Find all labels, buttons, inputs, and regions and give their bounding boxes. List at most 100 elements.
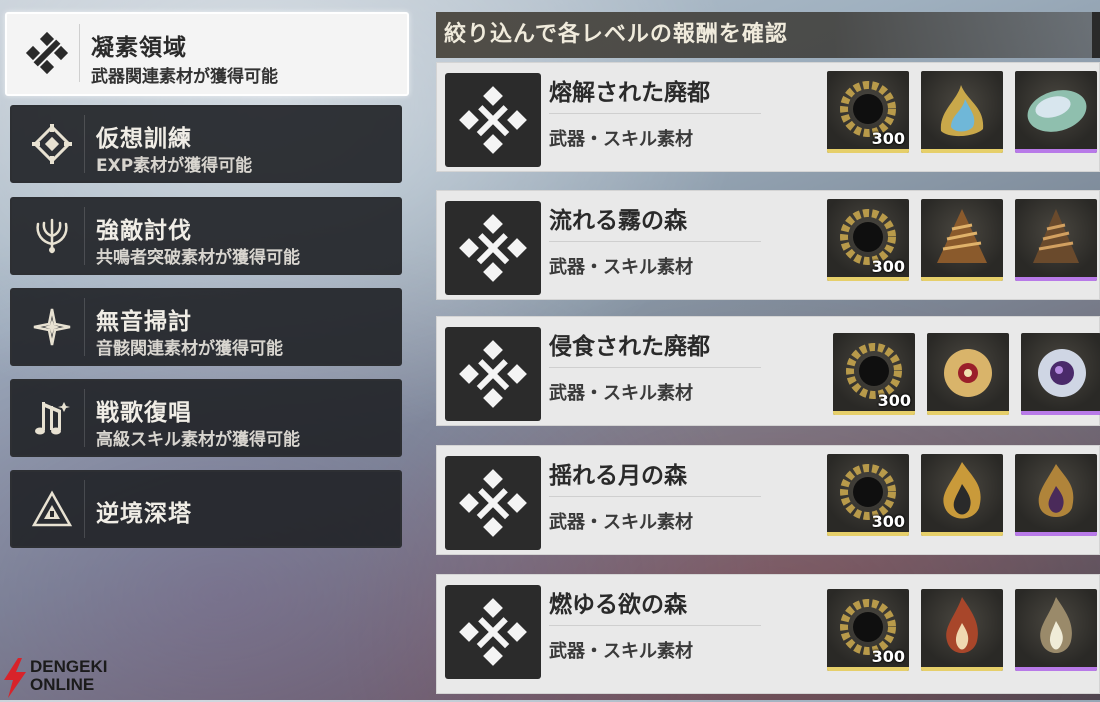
menu-item-title: 逆境深塔	[96, 501, 192, 527]
menu-item-muon[interactable]: 無音掃討 音骸関連素材が獲得可能	[10, 288, 402, 366]
reward-count: 300	[871, 129, 905, 148]
crossed-swords-icon	[445, 201, 541, 295]
reward-material-2[interactable]	[921, 71, 1003, 153]
rarity-bar	[927, 411, 1009, 415]
reward-material-3[interactable]	[1015, 71, 1097, 153]
rarity-bar	[921, 149, 1003, 153]
level-subtitle: 武器・スキル素材	[549, 129, 693, 150]
reward-material-2[interactable]	[927, 333, 1009, 415]
rarity-bar	[921, 277, 1003, 281]
reward-material-3[interactable]	[1015, 589, 1097, 671]
menu-item-kyouteki[interactable]: 強敵討伐 共鳴者突破素材が獲得可能	[10, 197, 402, 275]
menu-item-senka[interactable]: 戦歌復唱 高級スキル素材が獲得可能	[10, 379, 402, 457]
menu-item-subtitle: 武器関連素材が獲得可能	[91, 67, 278, 87]
level-subtitle: 武器・スキル素材	[549, 383, 693, 404]
menu-item-title: 強敵討伐	[96, 218, 192, 244]
menu-item-title: 仮想訓練	[96, 126, 192, 152]
rarity-bar	[827, 277, 909, 281]
ornate-orb-icon	[1038, 349, 1086, 397]
crest-icon	[20, 207, 85, 265]
level-card-1[interactable]: 熔解された廃都 武器・スキル素材 300	[436, 62, 1100, 172]
divider	[549, 496, 761, 497]
logo-text: DENGEKI ONLINE	[30, 658, 107, 694]
flame-icon	[943, 462, 981, 519]
diamond-core-icon	[20, 115, 85, 173]
rarity-bar	[1015, 667, 1097, 671]
crystal-cross-icon	[15, 24, 80, 82]
rarity-bar	[833, 411, 915, 415]
spiral-cone-icon	[937, 209, 987, 263]
level-card-4[interactable]: 揺れる月の森 武器・スキル素材 300	[436, 445, 1100, 555]
level-title: 流れる霧の森	[549, 208, 687, 234]
filter-header: 絞り込んで各レベルの報酬を確認	[436, 12, 1100, 58]
crossed-swords-icon	[445, 327, 541, 421]
reward-count: 300	[871, 512, 905, 531]
reward-shell-coin[interactable]: 300	[827, 589, 909, 671]
level-title: 熔解された廃都	[549, 80, 710, 106]
divider	[549, 367, 761, 368]
rarity-bar	[827, 667, 909, 671]
reward-count: 300	[871, 647, 905, 666]
reward-shell-coin[interactable]: 300	[827, 454, 909, 536]
menu-item-title: 凝素領域	[91, 35, 187, 61]
logo-line2: ONLINE	[30, 675, 95, 694]
level-subtitle: 武器・スキル素材	[549, 641, 693, 662]
menu-item-subtitle: 共鳴者突破素材が獲得可能	[96, 248, 300, 268]
flame-crystal-icon	[940, 85, 984, 137]
rarity-bar	[1015, 149, 1097, 153]
level-title: 侵食された廃都	[549, 334, 710, 360]
music-note-icon	[20, 389, 85, 447]
reward-material-2[interactable]	[921, 454, 1003, 536]
logo-line1: DENGEKI	[30, 657, 108, 676]
reward-shell-coin[interactable]: 300	[827, 71, 909, 153]
header-edge	[1092, 12, 1100, 58]
sparkle-icon	[20, 298, 85, 356]
menu-item-subtitle: EXP素材が獲得可能	[96, 156, 253, 176]
crossed-swords-icon	[445, 73, 541, 167]
level-card-2[interactable]: 流れる霧の森 武器・スキル素材 300	[436, 190, 1100, 300]
flame-icon	[1038, 464, 1074, 517]
rarity-bar	[921, 667, 1003, 671]
menu-item-subtitle: 高級スキル素材が獲得可能	[96, 430, 300, 450]
iridescent-stone-icon	[1027, 90, 1087, 132]
dengeki-online-logo: DENGEKI ONLINE	[2, 658, 132, 698]
rarity-bar	[1015, 277, 1097, 281]
menu-item-title: 無音掃討	[96, 309, 192, 335]
rarity-bar	[921, 532, 1003, 536]
crossed-swords-icon	[445, 456, 541, 550]
level-subtitle: 武器・スキル素材	[549, 512, 693, 533]
menu-item-gyouso[interactable]: 凝素領域 武器関連素材が獲得可能	[5, 12, 409, 96]
menu-item-kasou[interactable]: 仮想訓練 EXP素材が獲得可能	[10, 105, 402, 183]
reward-material-2[interactable]	[921, 199, 1003, 281]
fire-wisp-icon	[946, 597, 978, 653]
menu-item-title: 戦歌復唱	[96, 400, 192, 426]
level-title: 揺れる月の森	[549, 463, 687, 489]
tower-triangle-icon	[20, 480, 85, 538]
level-card-3[interactable]: 侵食された廃都 武器・スキル素材 300	[436, 316, 1100, 426]
reward-material-2[interactable]	[921, 589, 1003, 671]
level-card-5[interactable]: 燃ゆる欲の森 武器・スキル素材 300	[436, 574, 1100, 694]
crossed-swords-icon	[445, 585, 541, 679]
reward-material-3[interactable]	[1015, 199, 1097, 281]
spiral-cone-icon	[1033, 209, 1079, 263]
lightning-logo-icon	[4, 658, 26, 698]
ornate-orb-icon	[944, 349, 992, 397]
reward-material-3[interactable]	[1021, 333, 1100, 415]
rarity-bar	[1015, 532, 1097, 536]
divider	[549, 625, 761, 626]
rarity-bar	[1021, 411, 1100, 415]
level-subtitle: 武器・スキル素材	[549, 257, 693, 278]
divider	[549, 241, 761, 242]
level-title: 燃ゆる欲の森	[549, 592, 687, 618]
reward-shell-coin[interactable]: 300	[833, 333, 915, 415]
menu-item-subtitle: 音骸関連素材が獲得可能	[96, 339, 283, 359]
reward-count: 300	[877, 391, 911, 410]
rarity-bar	[827, 149, 909, 153]
rarity-bar	[827, 532, 909, 536]
reward-material-3[interactable]	[1015, 454, 1097, 536]
menu-item-gyakkyou[interactable]: 逆境深塔	[10, 470, 402, 548]
fire-wisp-icon	[1040, 597, 1072, 653]
reward-count: 300	[871, 257, 905, 276]
reward-shell-coin[interactable]: 300	[827, 199, 909, 281]
divider	[549, 113, 761, 114]
